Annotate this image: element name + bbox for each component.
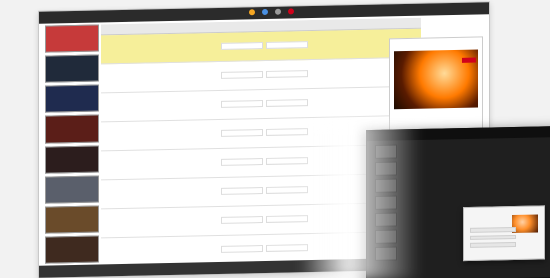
- row-field-1: [221, 216, 263, 224]
- secondary-thumb-5[interactable]: [375, 212, 397, 227]
- popup-dialog: [463, 205, 545, 262]
- row-field-2: [266, 186, 308, 194]
- thumbnail-7[interactable]: [45, 205, 99, 234]
- thumbnail-6[interactable]: [45, 175, 99, 204]
- secondary-thumb-7[interactable]: [375, 246, 397, 261]
- row-field-2: [266, 128, 308, 136]
- dialog-title: [464, 206, 544, 212]
- row-field-1: [221, 42, 263, 50]
- row-field-2: [266, 99, 308, 107]
- thumbnail-8[interactable]: [45, 235, 99, 264]
- row-field-1: [221, 158, 263, 166]
- gear-icon[interactable]: [275, 8, 281, 15]
- row-field-2: [266, 157, 308, 165]
- preview-title: [390, 37, 482, 43]
- secondary-thumb-6[interactable]: [375, 229, 397, 244]
- thumbnail-3[interactable]: [45, 84, 99, 113]
- globe-icon[interactable]: [249, 9, 255, 16]
- toolbar-icons: [249, 8, 294, 16]
- screenshot-canvas: [0, 0, 550, 278]
- secondary-thumb-4[interactable]: [375, 195, 397, 210]
- thumbnail-1[interactable]: [45, 24, 99, 53]
- share-icon[interactable]: [262, 8, 268, 16]
- thumbnail-5[interactable]: [45, 144, 99, 174]
- flag-icon[interactable]: [288, 8, 294, 15]
- row-field-2: [266, 70, 308, 78]
- row-field-1: [221, 71, 263, 79]
- secondary-thumb-3[interactable]: [375, 178, 397, 193]
- thumbnail-2[interactable]: [45, 54, 99, 83]
- secondary-thumb-2[interactable]: [375, 161, 397, 176]
- row-field-1: [221, 245, 263, 253]
- row-field-1: [221, 129, 263, 137]
- row-field-2: [266, 244, 308, 252]
- thumbnail-4[interactable]: [45, 114, 99, 144]
- thumbnail-sidebar: [45, 24, 99, 264]
- dialog-field-2[interactable]: [470, 234, 516, 241]
- secondary-thumb-1[interactable]: [375, 144, 397, 159]
- dialog-field-1[interactable]: [470, 226, 516, 233]
- dialog-fields: [470, 226, 516, 248]
- row-field-2: [266, 41, 308, 49]
- secondary-thumbnails: [375, 144, 397, 272]
- row-field-2: [266, 215, 308, 223]
- secondary-toolbar: [367, 126, 550, 142]
- secondary-window: [366, 125, 550, 278]
- row-field-1: [221, 100, 263, 108]
- row-field-1: [221, 187, 263, 195]
- brand-badge: [462, 57, 476, 63]
- dialog-field-3[interactable]: [470, 242, 516, 248]
